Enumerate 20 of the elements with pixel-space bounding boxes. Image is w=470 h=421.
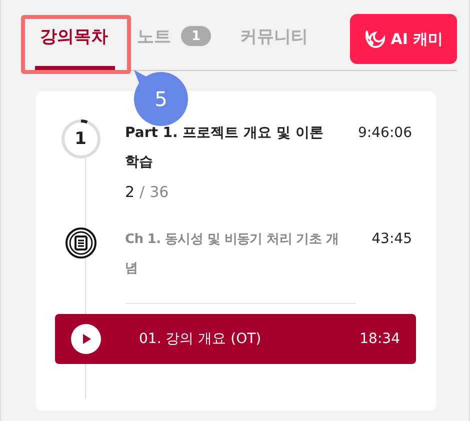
count-separator: / xyxy=(140,183,145,201)
part-number: 1 xyxy=(74,129,88,149)
lesson-item[interactable]: 01. 강의 개요 (OT) 18:34 xyxy=(55,314,416,364)
tab[interactable]: 커뮤니티 xyxy=(235,21,308,51)
duration: 18:34 xyxy=(360,331,400,347)
total-count: 36 xyxy=(150,183,169,201)
duration: 43:45 xyxy=(372,230,412,249)
count-badge: 1 xyxy=(181,26,211,46)
chapter-title: Ch 1. 동시성 및 비동기 처리 기초 개념 xyxy=(125,231,340,278)
document-icon xyxy=(64,227,96,259)
duration: 9:46:06 xyxy=(358,124,412,143)
flame-icon xyxy=(364,29,386,49)
ai-button[interactable]: AI 캐미 xyxy=(350,14,457,64)
play-icon xyxy=(71,324,101,354)
lesson-title: 01. 강의 개요 (OT) xyxy=(139,330,262,348)
tab[interactable]: 노트 1 xyxy=(132,21,211,51)
step-callout: 5 xyxy=(132,70,188,126)
completed-count: 2 xyxy=(125,183,135,201)
part-title: Part 1. 프로젝트 개요 및 이론 학습 xyxy=(125,124,324,172)
tab[interactable]: 강의목차 xyxy=(35,21,108,51)
